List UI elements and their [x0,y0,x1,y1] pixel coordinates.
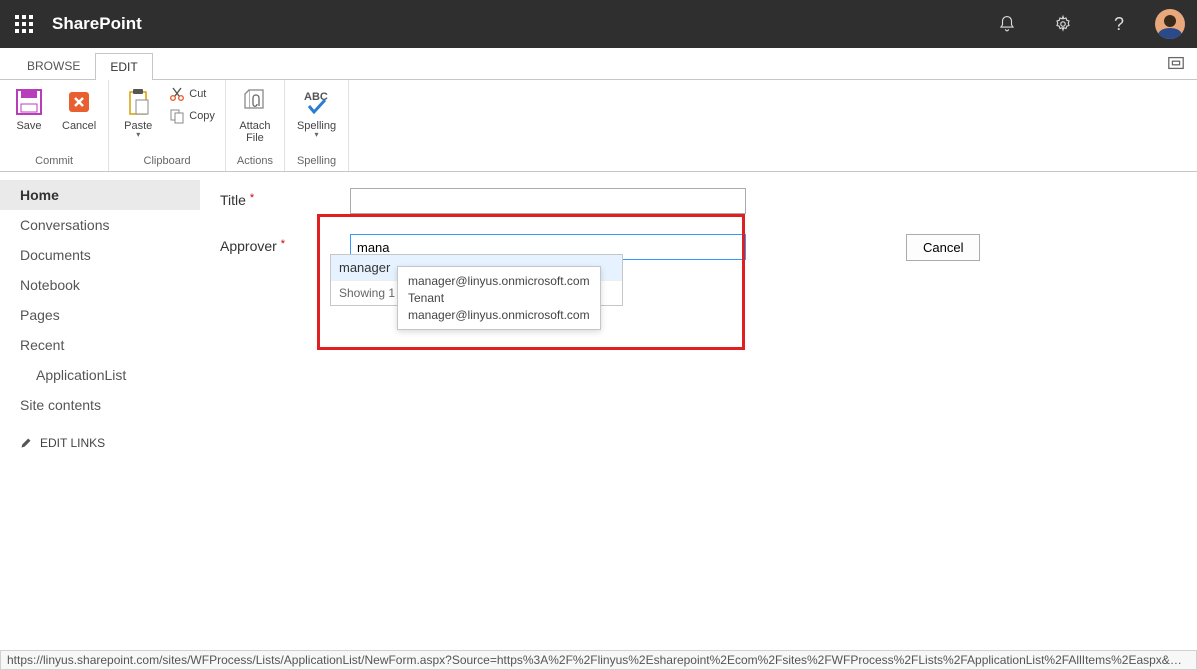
attach-file-button[interactable]: Attach File [234,84,276,146]
nav-item-conversations[interactable]: Conversations [0,210,200,240]
nav-item-applicationlist[interactable]: ApplicationList [0,360,200,390]
cancel-button[interactable]: Cancel [58,84,100,134]
left-nav: Home Conversations Documents Notebook Pa… [0,172,200,458]
notifications-icon[interactable] [987,0,1027,48]
cut-button[interactable]: Cut [167,84,217,104]
nav-item-documents[interactable]: Documents [0,240,200,270]
status-bar: https://linyus.sharepoint.com/sites/WFPr… [0,650,1197,670]
copy-button[interactable]: Copy [167,106,217,126]
nav-item-home[interactable]: Home [0,180,200,210]
approver-label: Approver * [220,234,350,254]
nav-item-notebook[interactable]: Notebook [0,270,200,300]
app-launcher-icon[interactable] [8,8,40,40]
attach-icon [239,86,271,118]
nav-item-pages[interactable]: Pages [0,300,200,330]
suite-bar: SharePoint ? [0,0,1197,48]
help-icon[interactable]: ? [1099,0,1139,48]
settings-icon[interactable] [1043,0,1083,48]
nav-item-recent[interactable]: Recent [0,330,200,360]
copy-icon [169,108,185,124]
chevron-down-icon: ▾ [315,130,319,139]
cancel-icon [63,86,95,118]
title-label: Title * [220,188,350,208]
focus-content-icon[interactable] [1167,54,1185,75]
ribbon-tabs: BROWSE EDIT [0,48,1197,80]
brand-title: SharePoint [52,14,142,34]
pencil-icon [20,437,32,449]
tab-edit[interactable]: EDIT [95,53,152,80]
user-avatar[interactable] [1155,9,1185,39]
ribbon-group-spelling: ABC Spelling ▾ Spelling [285,80,349,171]
ribbon: Save Cancel Commit Paste ▾ Cut [0,80,1197,172]
paste-icon [122,86,154,118]
ribbon-group-commit: Save Cancel Commit [0,80,109,171]
save-icon [13,86,45,118]
paste-button[interactable]: Paste ▾ [117,84,159,141]
chevron-down-icon: ▾ [136,130,140,139]
spelling-button[interactable]: ABC Spelling ▾ [293,84,340,141]
save-button[interactable]: Save [8,84,50,134]
form-cancel-button[interactable]: Cancel [906,234,980,261]
people-picker-tooltip: manager@linyus.onmicrosoft.com Tenant ma… [397,266,601,330]
edit-links-button[interactable]: EDIT LINKS [0,420,200,450]
ribbon-group-actions: Attach File Actions [226,80,285,171]
nav-item-site-contents[interactable]: Site contents [0,390,200,420]
tab-browse[interactable]: BROWSE [12,52,95,79]
spelling-icon: ABC [301,86,333,118]
scissors-icon [169,86,185,102]
title-input[interactable] [350,188,746,214]
ribbon-group-clipboard: Paste ▾ Cut Copy Clipboard [109,80,226,171]
form-area: Title * Approver * Cancel manager Showin… [200,172,1197,458]
